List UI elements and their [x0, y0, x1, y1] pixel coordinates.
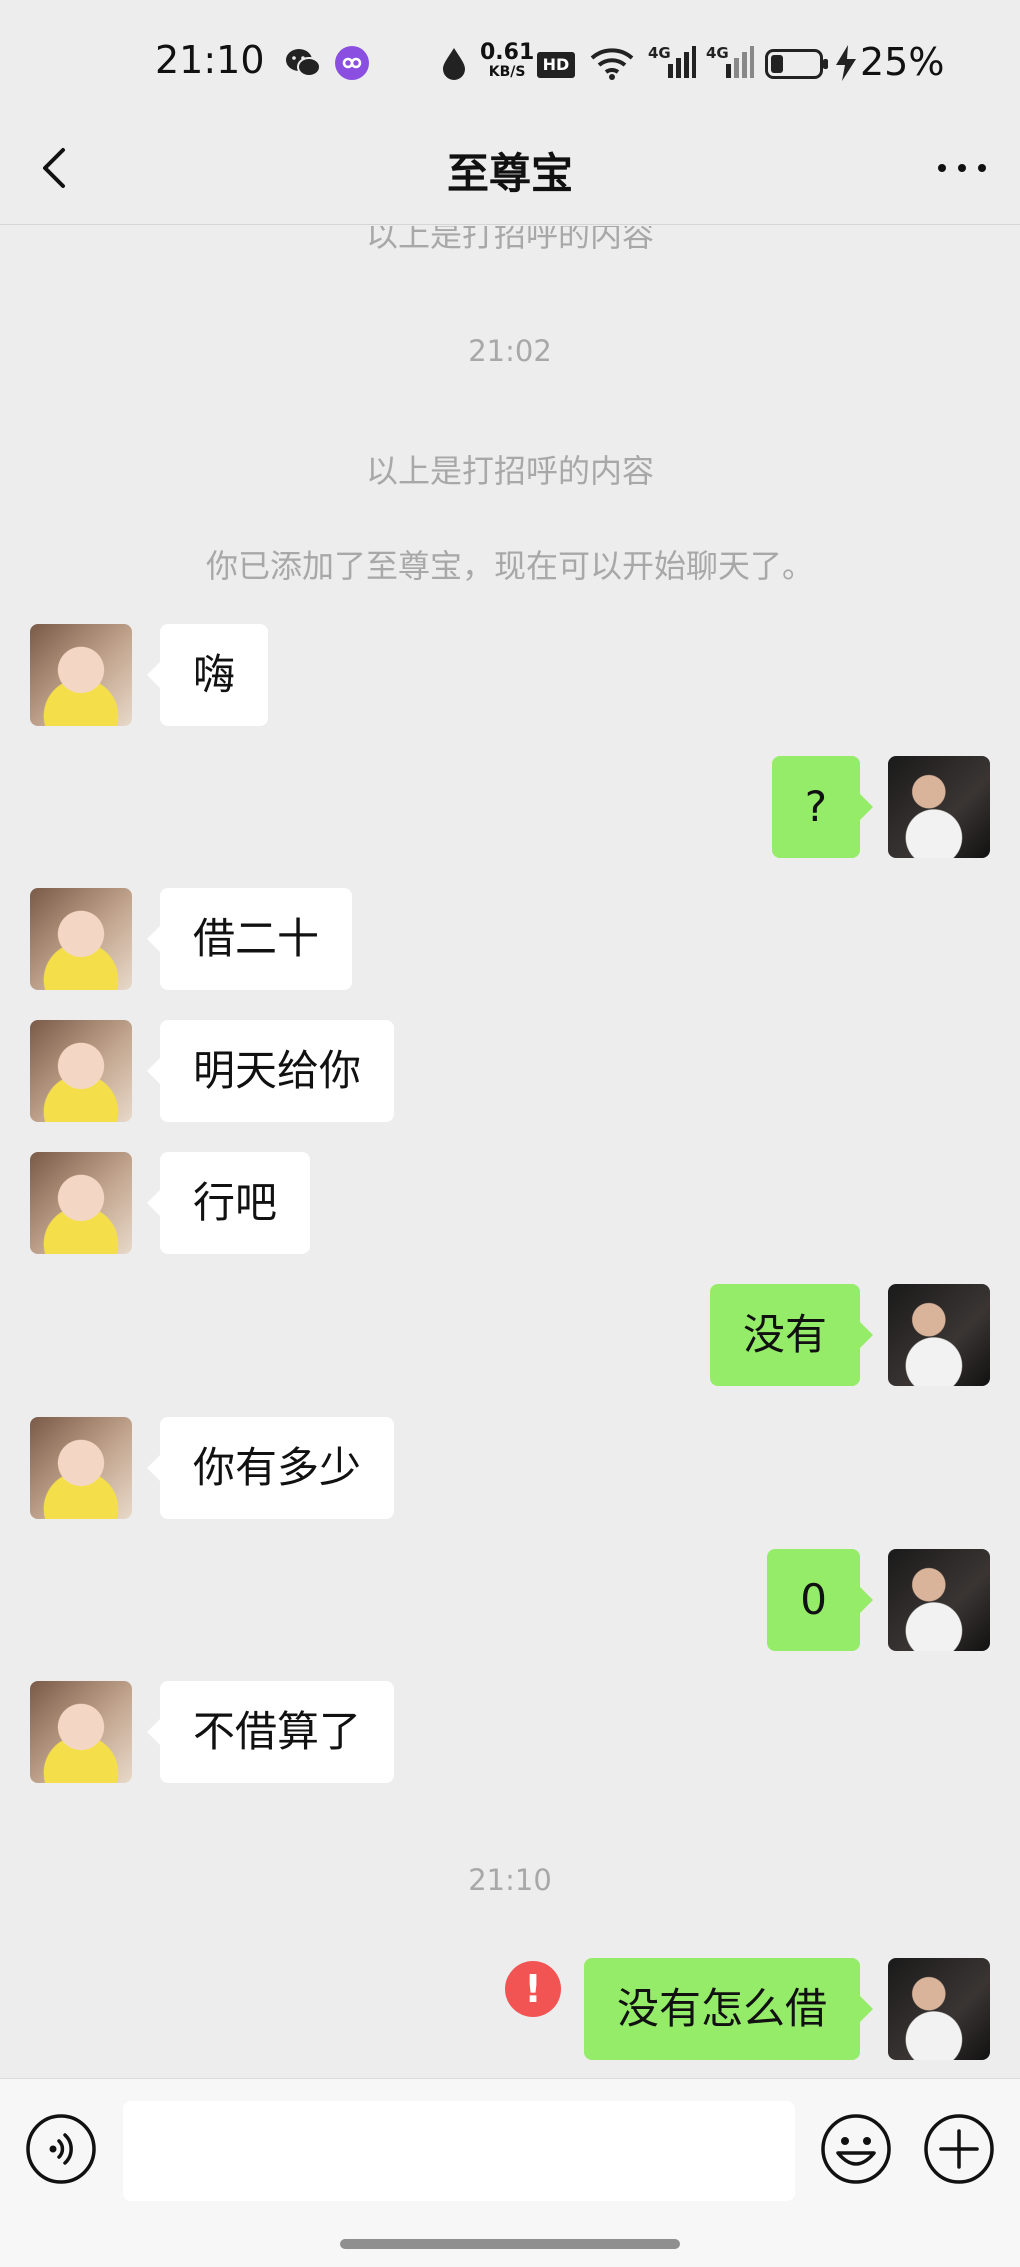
outgoing-message[interactable]: 没有: [709, 1284, 874, 1386]
contact-avatar[interactable]: [30, 888, 132, 990]
incoming-message[interactable]: 不借算了: [146, 1681, 395, 1783]
chat-timestamp: 21:02: [468, 334, 552, 368]
voice-icon[interactable]: [25, 2113, 97, 2185]
more-dots-icon[interactable]: [932, 148, 992, 188]
system-notice-partial: 以上是打招呼的内容: [365, 226, 654, 254]
home-indicator[interactable]: [340, 2239, 680, 2249]
status-bar: 21:10 0.61 KB/S HD 4G 4G 25%: [0, 0, 1020, 130]
plus-icon[interactable]: [923, 2113, 995, 2185]
wechat-icon: [286, 49, 321, 77]
contact-avatar[interactable]: [30, 624, 132, 726]
incoming-message[interactable]: 明天给你: [146, 1020, 395, 1122]
wifi-icon: [590, 48, 634, 80]
outgoing-message-failed[interactable]: 没有怎么借: [583, 1958, 874, 2060]
chat-timestamp: 21:10: [468, 1863, 552, 1897]
system-notice-added: 你已添加了至尊宝，现在可以开始聊天了。: [205, 547, 814, 585]
contact-avatar[interactable]: [30, 1152, 132, 1254]
my-avatar[interactable]: [888, 1284, 990, 1386]
my-avatar[interactable]: [888, 1549, 990, 1651]
system-notice-greeting: 以上是打招呼的内容: [365, 452, 654, 490]
input-bar: [0, 2078, 1020, 2267]
contact-avatar[interactable]: [30, 1681, 132, 1783]
incoming-message[interactable]: 你有多少: [146, 1417, 395, 1519]
battery-icon: [765, 49, 828, 79]
battery-percent: 25%: [860, 40, 945, 84]
status-time: 21:10: [155, 38, 265, 82]
incoming-message[interactable]: 嗨: [146, 624, 269, 726]
my-avatar[interactable]: [888, 1958, 990, 2060]
network-speed-unit: KB/S: [488, 64, 526, 80]
signal-4g-icon: 4G: [648, 44, 696, 80]
send-failed-icon[interactable]: !: [505, 1961, 561, 2017]
charging-icon: [836, 45, 856, 81]
link-app-icon: [335, 46, 369, 80]
hd-icon: HD: [537, 52, 575, 78]
data-drop-icon: [443, 48, 465, 80]
chat-title: 至尊宝: [446, 149, 573, 198]
network-speed-value: 0.61: [480, 40, 535, 65]
incoming-message[interactable]: 借二十: [146, 888, 353, 990]
outgoing-message[interactable]: ?: [771, 756, 874, 858]
message-input[interactable]: [123, 2101, 795, 2201]
chat-header: 至尊宝: [0, 130, 1020, 225]
network-speed: 0.61 KB/S: [480, 40, 535, 81]
signal-4g-icon: 4G: [706, 44, 754, 80]
my-avatar[interactable]: [888, 756, 990, 858]
outgoing-message[interactable]: 0: [767, 1549, 873, 1651]
chat-scroll-area[interactable]: 以上是打招呼的内容 21:02 以上是打招呼的内容 你已添加了至尊宝，现在可以开…: [0, 226, 1020, 2078]
contact-avatar[interactable]: [30, 1020, 132, 1122]
emoji-icon[interactable]: [820, 2113, 892, 2185]
contact-avatar[interactable]: [30, 1417, 132, 1519]
incoming-message[interactable]: 行吧: [146, 1152, 311, 1254]
